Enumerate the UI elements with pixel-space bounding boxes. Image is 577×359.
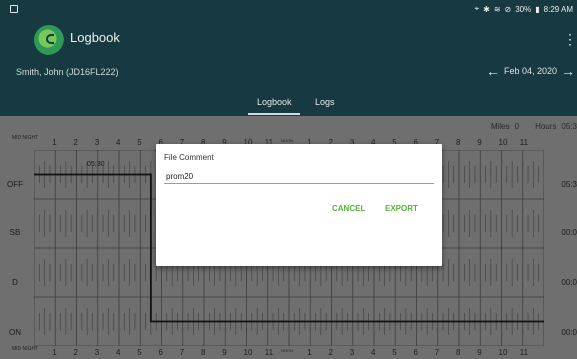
total-d: 00:0 [561,278,577,287]
top-hour-label: 3 [94,138,100,147]
hours-value: 05:3 [561,122,577,131]
total-off: 05:3 [561,180,577,189]
bottom-hour-label: 7 [179,348,185,357]
active-tab-indicator [248,113,300,115]
bottom-hour-label: 4 [116,348,121,357]
date-navigator: ← Feb 04, 2020 → [486,64,575,78]
bottom-hour-label: 6 [158,348,163,357]
bottom-hour-label: 2 [328,348,333,357]
top-hour-label: 1 [52,138,57,147]
bottom-hour-label: 8 [456,348,461,357]
hour-labels-bottom: 1 2 3 4 5 6 7 8 9 10 11 NOON 1 2 3 4 5 6 7 8 9 10 11 [34,348,544,359]
bottom-hour-label: 9 [222,348,227,357]
app-title: Logbook [70,30,120,45]
app-logo-letter [46,34,54,44]
bottom-hour-label: 5 [137,348,142,357]
bottom-hour-label: 10 [498,348,508,357]
file-comment-input[interactable] [164,170,434,184]
bottom-hour-label: 5 [392,348,397,357]
status-label-sb: SB [9,228,21,237]
status-icons: ⌖ ✱ ≋ ⊘ 30% ▮ 8:29 AM [475,4,573,14]
cancel-button[interactable]: CANCEL [332,204,365,213]
tab-logbook[interactable]: Logbook [257,97,292,107]
bottom-hour-label: 1 [307,348,312,357]
driver-row: Smith, John (JD16FL222) ← Feb 04, 2020 → [0,62,577,86]
bottom-hour-label: 6 [413,348,418,357]
dialog-title: File Comment [164,153,214,162]
clock: 8:29 AM [543,4,573,14]
previous-day-arrow-icon[interactable]: ← [486,64,500,78]
tab-bar: Logbook Logs [0,92,577,116]
top-hour-label: 10 [498,138,508,147]
status-label-off: OFF [7,180,23,189]
screenshot-notification-icon [10,5,18,13]
bottom-hour-label: 7 [434,348,440,357]
bottom-hour-label: 11 [264,348,274,357]
top-noon-label: NOON [281,138,293,143]
bottom-hour-label: 4 [371,348,376,357]
do-not-disturb-icon: ⊘ [504,4,512,14]
tab-logs[interactable]: Logs [315,97,335,107]
total-on: 00:0 [561,328,577,337]
status-bar: ⌖ ✱ ≋ ⊘ 30% ▮ 8:29 AM [0,0,577,20]
bottom-noon-label: NOON [281,348,293,353]
top-hour-label: 11 [519,138,529,147]
app-header: ⌖ ✱ ≋ ⊘ 30% ▮ 8:29 AM Logbook ⋮ Smith, J… [0,0,577,116]
top-hour-label: 4 [116,138,121,147]
bottom-hour-label: 1 [52,348,57,357]
duty-duration-label: 05:30 [87,161,105,168]
battery-icon: ▮ [535,4,540,14]
top-hour-label: 5 [137,138,142,147]
bottom-hour-label: 3 [94,348,100,357]
bottom-hour-label: 9 [477,348,482,357]
bottom-hour-label: 2 [73,348,78,357]
file-comment-dialog: File Comment CANCEL EXPORT [156,144,442,266]
miles-hours-summary: Miles 0 Hours 05:3 [491,122,577,131]
bluetooth-icon: ✱ [483,4,490,14]
next-day-arrow-icon[interactable]: → [561,64,575,78]
bottom-hour-label: 11 [519,348,529,357]
more-options-icon[interactable]: ⋮ [563,32,577,46]
top-hour-label: 9 [477,138,482,147]
current-date[interactable]: Feb 04, 2020 [504,66,557,76]
battery-percent: 30% [515,4,532,14]
location-icon: ⌖ [474,4,480,13]
driver-name: Smith, John (JD16FL222) [16,67,119,77]
export-button[interactable]: EXPORT [385,204,418,213]
bottom-hour-label: 3 [349,348,355,357]
miles-label: Miles [490,122,510,131]
top-hour-label: 8 [456,138,461,147]
top-hour-label: 2 [73,138,78,147]
hours-label: Hours [535,122,557,131]
bottom-hour-label: 10 [243,348,253,357]
total-sb: 00:0 [561,228,577,237]
miles-value: 0 [514,122,520,131]
wifi-icon: ≋ [493,4,501,14]
status-label-on: ON [9,328,21,337]
bottom-hour-label: 8 [201,348,206,357]
status-label-d: D [12,278,18,287]
